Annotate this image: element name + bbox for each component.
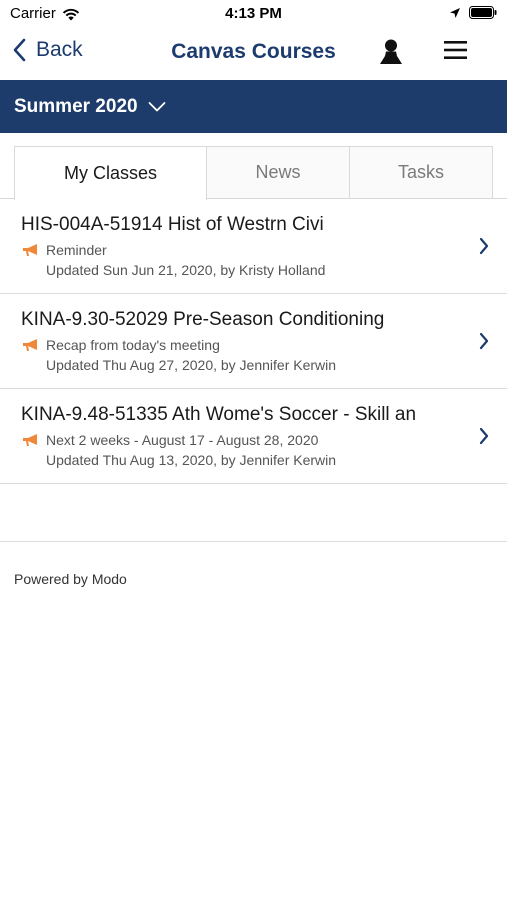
tab-tasks[interactable]: Tasks: [350, 146, 493, 199]
term-label: Summer 2020: [14, 95, 138, 117]
class-announcement: Reminder: [22, 242, 107, 258]
tab-bar: My Classes News Tasks: [14, 146, 493, 200]
tab-my-classes[interactable]: My Classes: [14, 146, 207, 200]
person-icon: [380, 39, 402, 64]
class-updated: Updated Thu Aug 27, 2020, by Jennifer Ke…: [46, 357, 337, 373]
back-label: Back: [36, 38, 83, 61]
chevron-right-icon: [479, 332, 489, 350]
back-button[interactable]: Back: [12, 38, 83, 62]
menu-button[interactable]: [444, 40, 467, 65]
class-announcement: Recap from today's meeting: [22, 337, 220, 353]
status-right-group: [449, 6, 497, 19]
class-title: KINA-9.48-51335 Ath Wome's Soccer - Skil…: [21, 404, 417, 425]
term-selector[interactable]: Summer 2020: [0, 80, 507, 133]
list-item[interactable]: KINA-9.30-52029 Pre-Season Conditioning …: [0, 294, 507, 389]
class-updated: Updated Thu Aug 13, 2020, by Jennifer Ke…: [46, 452, 337, 468]
footer-divider: [0, 541, 507, 542]
chevron-down-icon: [148, 101, 165, 111]
status-time: 4:13 PM: [225, 5, 282, 22]
class-title: HIS-004A-51914 Hist of Westrn Civi: [21, 214, 324, 235]
announcement-text: Recap from today's meeting: [46, 337, 220, 353]
status-bar: Carrier 4:13 PM: [0, 0, 507, 28]
back-chevron-icon: [13, 38, 26, 62]
announcement-text: Reminder: [46, 242, 107, 258]
nav-bar: Back Canvas Courses: [0, 28, 507, 78]
chevron-right-icon: [479, 237, 489, 255]
megaphone-icon: [23, 434, 37, 446]
class-title: KINA-9.30-52029 Pre-Season Conditioning: [21, 309, 385, 330]
chevron-right-icon: [479, 427, 489, 445]
tab-news[interactable]: News: [207, 146, 350, 199]
location-arrow-icon: [450, 7, 460, 18]
announcement-text: Next 2 weeks - August 17 - August 28, 20…: [46, 432, 319, 448]
megaphone-icon: [23, 339, 37, 351]
class-list: HIS-004A-51914 Hist of Westrn Civi Remin…: [0, 199, 507, 484]
class-announcement: Next 2 weeks - August 17 - August 28, 20…: [22, 432, 318, 448]
profile-button[interactable]: [378, 38, 404, 71]
list-item[interactable]: HIS-004A-51914 Hist of Westrn Civi Remin…: [0, 199, 507, 294]
class-updated: Updated Sun Jun 21, 2020, by Kristy Holl…: [46, 262, 326, 278]
hamburger-menu-icon: [444, 41, 467, 59]
powered-by-footer: Powered by Modo: [14, 571, 127, 587]
megaphone-icon: [23, 244, 37, 256]
list-item[interactable]: KINA-9.48-51335 Ath Wome's Soccer - Skil…: [0, 389, 507, 484]
battery-icon: [469, 6, 497, 19]
